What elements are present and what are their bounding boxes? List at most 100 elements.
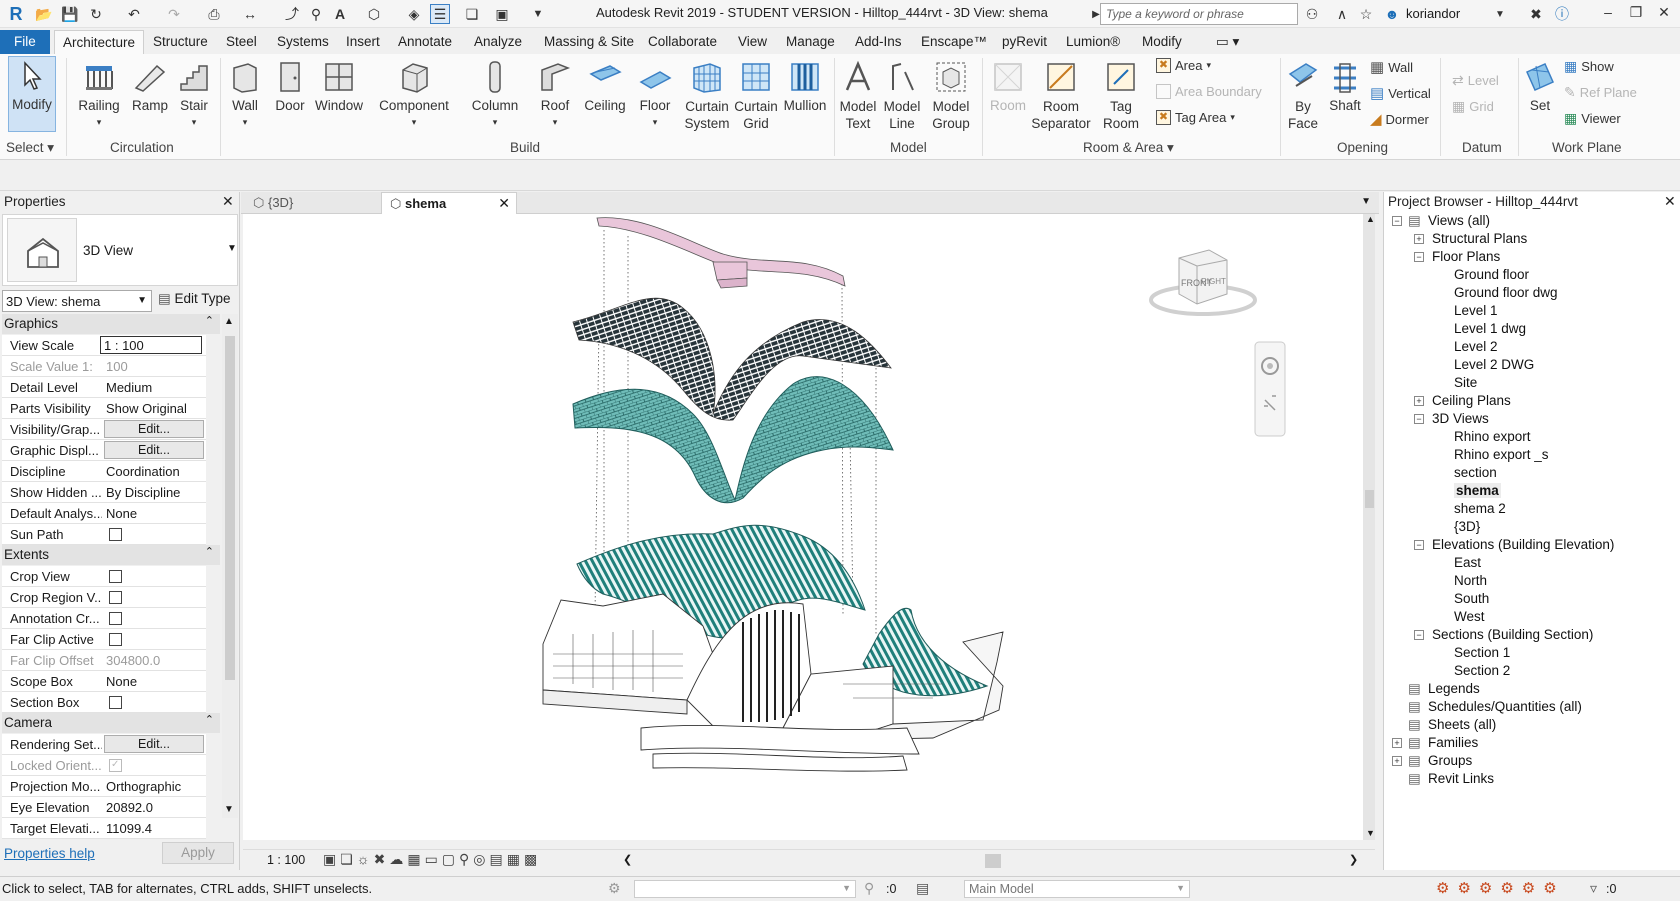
collapse-icon[interactable]: − xyxy=(1414,414,1424,424)
property-checkbox[interactable] xyxy=(109,528,122,541)
tab-architecture[interactable]: Architecture xyxy=(54,30,145,54)
view-control-icons[interactable]: ▣❏☼✖☁▦▭▢⚲◎▤▦▩ xyxy=(323,851,541,868)
model-group-button[interactable]: Model Group xyxy=(928,58,974,132)
edit-button[interactable]: Edit... xyxy=(104,735,204,753)
railing-button[interactable]: Railing ▾ xyxy=(74,58,124,128)
viewer-button[interactable]: ▦ Viewer xyxy=(1564,110,1621,127)
tab-pyrevit[interactable]: pyRevit xyxy=(1002,30,1047,54)
measure-icon[interactable]: ↔ xyxy=(240,4,260,24)
tree-item[interactable]: Ground floor dwg xyxy=(1454,285,1558,300)
curtain-system-button[interactable]: Curtain System xyxy=(684,58,730,132)
tab-collaborate[interactable]: Collaborate xyxy=(648,30,717,54)
tree-item[interactable]: Views (all) xyxy=(1428,213,1490,228)
graphics-section-header[interactable]: Graphics ⌃ xyxy=(2,314,220,334)
tag-room-button[interactable]: Tag Room xyxy=(1100,58,1142,132)
scroll-down-icon[interactable]: ▼ xyxy=(224,804,234,815)
user-icon[interactable]: ☻ xyxy=(1382,4,1402,24)
vertical-opening-button[interactable]: ▤ Vertical xyxy=(1370,84,1431,102)
tree-item[interactable]: Schedules/Quantities (all) xyxy=(1428,699,1582,714)
property-value[interactable]: 1 : 100 xyxy=(100,336,202,354)
tree-item[interactable]: Section 1 xyxy=(1454,645,1510,660)
tab-3d[interactable]: ⬡ {3D} xyxy=(245,192,377,214)
room-area-group-label[interactable]: Room & Area ▾ xyxy=(1083,140,1174,156)
component-button[interactable]: Component ▾ xyxy=(375,58,453,128)
shaft-button[interactable]: Shaft xyxy=(1326,58,1364,113)
tree-item[interactable]: Sections (Building Section) xyxy=(1432,627,1593,642)
property-value[interactable]: None xyxy=(106,506,202,521)
favorites-star-icon[interactable]: ☆ xyxy=(1356,4,1376,24)
binoculars-icon[interactable]: ⚇ xyxy=(1302,4,1322,24)
property-value[interactable]: 11099.4 xyxy=(106,821,202,836)
viewcube[interactable]: FRONT RIGHT xyxy=(1149,249,1257,316)
text-icon[interactable]: A xyxy=(330,4,350,24)
dormer-button[interactable]: ◢ Dormer xyxy=(1370,110,1429,128)
browser-close-icon[interactable]: ✕ xyxy=(1664,193,1676,210)
tab-steel[interactable]: Steel xyxy=(226,30,257,54)
level-button[interactable]: ⇄ Level xyxy=(1452,72,1499,89)
close-hidden-icon[interactable]: ❏ xyxy=(462,4,482,24)
customize-qat-icon[interactable]: ▼ xyxy=(528,4,548,24)
save-icon[interactable]: 💾 xyxy=(60,4,80,24)
property-checkbox[interactable] xyxy=(109,696,122,709)
tree-item[interactable]: Ground floor xyxy=(1454,267,1529,282)
search-input[interactable]: Type a keyword or phrase xyxy=(1100,3,1298,25)
subscription-icon[interactable]: ∧ xyxy=(1332,4,1352,24)
expand-icon[interactable]: + xyxy=(1392,756,1402,766)
window-button[interactable]: Window xyxy=(313,58,365,113)
tree-item[interactable]: {3D} xyxy=(1454,519,1480,534)
tree-item[interactable]: section xyxy=(1454,465,1497,480)
tree-item[interactable]: shema 2 xyxy=(1454,501,1506,516)
property-value[interactable]: Orthographic xyxy=(106,779,202,794)
view-instance-select[interactable]: 3D View: shema ▼ xyxy=(2,290,152,312)
wall-opening-button[interactable]: ▦ Wall xyxy=(1370,58,1413,76)
tab-massing-site[interactable]: Massing & Site xyxy=(544,30,634,54)
help-icon[interactable]: ⓘ xyxy=(1552,4,1572,24)
user-name[interactable]: koriandor xyxy=(1406,6,1460,21)
tree-item[interactable]: North xyxy=(1454,573,1487,588)
tab-insert[interactable]: Insert xyxy=(346,30,380,54)
tree-item[interactable]: Legends xyxy=(1428,681,1480,696)
revit-logo-icon[interactable]: R xyxy=(6,4,26,24)
roof-button[interactable]: Roof ▾ xyxy=(537,58,573,128)
restore-button[interactable]: ❐ xyxy=(1624,4,1648,24)
dimension-icon[interactable]: ⤴ xyxy=(282,4,302,24)
curtain-grid-button[interactable]: Curtain Grid xyxy=(733,58,779,132)
tree-item[interactable]: Level 1 dwg xyxy=(1454,321,1526,336)
properties-help-link[interactable]: Properties help xyxy=(4,846,95,861)
tree-item[interactable]: shema xyxy=(1454,483,1501,498)
collapse-icon[interactable]: ⌃ xyxy=(205,314,214,327)
collapse-icon[interactable]: − xyxy=(1414,252,1424,262)
tree-item[interactable]: 3D Views xyxy=(1432,411,1489,426)
expand-icon[interactable]: + xyxy=(1414,396,1424,406)
property-checkbox[interactable] xyxy=(109,570,122,583)
by-face-button[interactable]: By Face xyxy=(1286,58,1320,132)
tab-enscape[interactable]: Enscape™ xyxy=(921,30,987,54)
tree-item[interactable]: West xyxy=(1454,609,1485,624)
scrollbar-thumb[interactable] xyxy=(225,336,235,680)
navigation-bar[interactable] xyxy=(1254,341,1286,437)
tree-item[interactable]: South xyxy=(1454,591,1489,606)
scroll-down-icon[interactable]: ▼ xyxy=(1366,828,1375,838)
tree-item[interactable]: Rhino export _s xyxy=(1454,447,1549,462)
wall-button[interactable]: Wall ▾ xyxy=(228,58,262,128)
tree-item[interactable]: Level 2 DWG xyxy=(1454,357,1534,372)
collapse-icon[interactable]: ⌃ xyxy=(205,713,214,726)
type-dropdown-icon[interactable]: ▼ xyxy=(227,243,237,254)
ceiling-button[interactable]: Ceiling xyxy=(583,58,627,113)
ribbon-minimize-icon[interactable]: ▭ ▾ xyxy=(1216,30,1239,54)
tab-list-icon[interactable]: ▼ xyxy=(1361,196,1371,207)
property-value[interactable]: Show Original xyxy=(106,401,202,416)
scroll-left-icon[interactable]: ❮ xyxy=(623,853,632,866)
expand-icon[interactable]: + xyxy=(1414,234,1424,244)
floor-button[interactable]: Floor ▾ xyxy=(637,58,673,128)
tab-analyze[interactable]: Analyze xyxy=(474,30,522,54)
filter-icon[interactable]: ▿ xyxy=(1590,880,1597,897)
property-checkbox[interactable] xyxy=(109,591,122,604)
set-work-plane-button[interactable]: Set xyxy=(1522,58,1558,113)
tab-lumion[interactable]: Lumion® xyxy=(1066,30,1120,54)
3d-view-icon[interactable]: ⬡ xyxy=(364,4,384,24)
property-value[interactable]: Medium xyxy=(106,380,202,395)
tree-item[interactable]: Level 2 xyxy=(1454,339,1498,354)
tree-item[interactable]: Rhino export xyxy=(1454,429,1531,444)
section-icon[interactable]: ◈ xyxy=(404,4,424,24)
